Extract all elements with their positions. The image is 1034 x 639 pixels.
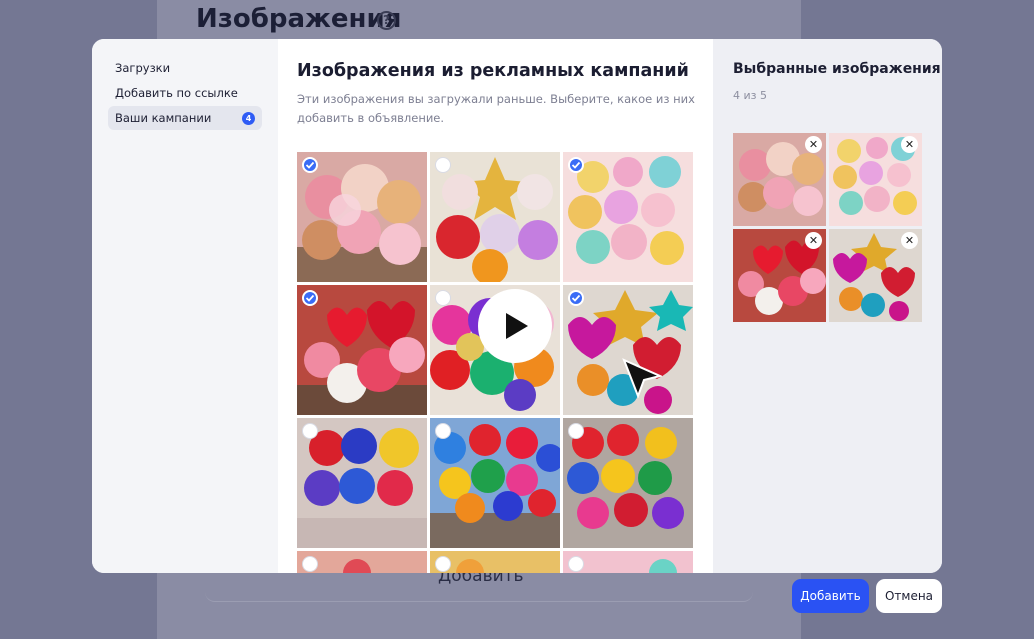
select-checkbox[interactable]: [568, 423, 584, 439]
balloons-image: [563, 152, 693, 282]
select-checkbox[interactable]: [568, 157, 584, 173]
select-checkbox[interactable]: [568, 290, 584, 306]
select-checkbox[interactable]: [302, 157, 318, 173]
select-checkbox[interactable]: [435, 290, 451, 306]
select-checkbox[interactable]: [302, 423, 318, 439]
selected-image: ✕: [829, 229, 922, 322]
image-tile[interactable]: [430, 152, 560, 282]
image-tile[interactable]: [297, 418, 427, 548]
page-title: Изображения: [196, 4, 402, 34]
remove-icon[interactable]: ✕: [901, 136, 918, 153]
check-icon: [571, 294, 581, 302]
sidebar-item-label: Добавить по ссылке: [115, 86, 238, 100]
select-checkbox[interactable]: [435, 157, 451, 173]
selected-image: ✕: [733, 229, 826, 322]
sidebar-item-label: Ваши кампании: [115, 111, 212, 125]
check-icon: [305, 294, 315, 302]
select-checkbox[interactable]: [302, 290, 318, 306]
image-tile[interactable]: [563, 418, 693, 548]
help-icon: ?: [377, 11, 396, 30]
image-tile[interactable]: [563, 152, 693, 282]
play-icon[interactable]: [478, 289, 552, 363]
section-title: Изображения из рекламных кампаний: [297, 61, 689, 81]
play-triangle: [506, 313, 528, 339]
sidebar-item-uploads[interactable]: Загрузки: [108, 56, 262, 80]
selected-image: ✕: [829, 133, 922, 226]
check-icon: [305, 161, 315, 169]
selected-image: ✕: [733, 133, 826, 226]
remove-icon[interactable]: ✕: [805, 232, 822, 249]
sidebar-item-your-campaigns[interactable]: Ваши кампании 4: [108, 106, 262, 130]
balloons-image: [297, 418, 427, 548]
selected-title: Выбранные изображения: [733, 61, 941, 77]
check-icon: [571, 161, 581, 169]
balloons-image: [563, 418, 693, 548]
selected-panel: Выбранные изображения 4 из 5 ✕ ✕ ✕ ✕: [713, 39, 942, 573]
balloons-image: [297, 285, 427, 415]
select-checkbox[interactable]: [435, 556, 451, 572]
image-tile[interactable]: [430, 418, 560, 548]
sidebar-item-label: Загрузки: [115, 61, 171, 75]
remove-icon[interactable]: ✕: [805, 136, 822, 153]
select-checkbox[interactable]: [435, 423, 451, 439]
add-button[interactable]: Добавить: [792, 579, 869, 613]
image-tile[interactable]: [297, 285, 427, 415]
selected-count: 4 из 5: [733, 89, 767, 102]
select-checkbox[interactable]: [302, 556, 318, 572]
cancel-button[interactable]: Отмена: [876, 579, 942, 613]
balloons-image: [297, 152, 427, 282]
select-checkbox[interactable]: [568, 556, 584, 572]
sidebar-item-add-by-link[interactable]: Добавить по ссылке: [108, 81, 262, 105]
image-tile[interactable]: [297, 152, 427, 282]
section-description: Эти изображения вы загружали раньше. Выб…: [297, 92, 695, 125]
remove-icon[interactable]: ✕: [901, 232, 918, 249]
count-badge: 4: [242, 111, 255, 125]
modal-sidebar: Загрузки Добавить по ссылке Ваши кампани…: [92, 39, 278, 573]
cursor-icon: [622, 358, 662, 398]
balloons-image: [430, 152, 560, 282]
balloons-image: [430, 418, 560, 548]
